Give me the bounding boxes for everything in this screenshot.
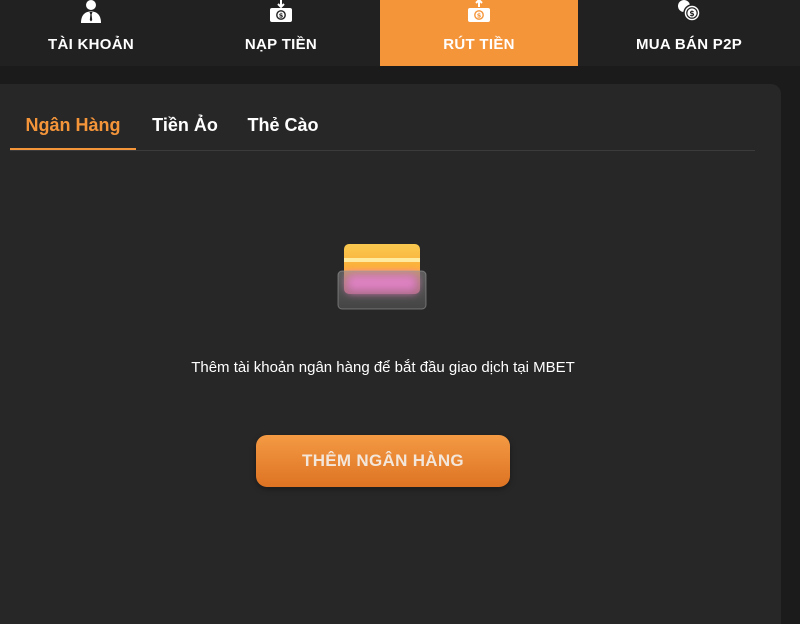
deposit-icon: $ — [268, 0, 294, 24]
withdraw-icon: $ — [466, 0, 492, 24]
svg-text:$: $ — [279, 12, 284, 20]
nav-item-deposit[interactable]: $ NẠP TIỀN — [182, 0, 380, 66]
tab-bank[interactable]: Ngân Hàng — [10, 102, 136, 150]
method-tabs: Ngân Hàng Tiền Ảo Thẻ Cào — [10, 102, 755, 151]
top-navigation: TÀI KHOẢN $ NẠP TIỀN $ RÚT TIỀN $ MUA BÁ… — [0, 0, 800, 66]
nav-label-account: TÀI KHOẢN — [47, 36, 135, 53]
nav-label-withdraw: RÚT TIỀN — [443, 36, 515, 53]
nav-label-deposit: NẠP TIỀN — [244, 36, 318, 53]
empty-state-message: Thêm tài khoản ngân hàng để bắt đầu giao… — [191, 359, 575, 376]
nav-item-p2p[interactable]: $ MUA BÁN P2P — [578, 0, 800, 66]
add-bank-button[interactable]: THÊM NGÂN HÀNG — [256, 435, 510, 487]
coins-icon: $ — [676, 0, 702, 24]
svg-text:$: $ — [477, 12, 482, 20]
tab-crypto[interactable]: Tiền Ảo — [136, 102, 234, 149]
svg-text:$: $ — [689, 9, 694, 18]
nav-item-account[interactable]: TÀI KHOẢN — [0, 0, 182, 66]
tab-scratch-card[interactable]: Thẻ Cào — [234, 102, 332, 149]
user-icon — [78, 0, 104, 24]
nav-label-p2p: MUA BÁN P2P — [635, 36, 743, 53]
bank-card-icon — [334, 240, 430, 316]
nav-item-withdraw[interactable]: $ RÚT TIỀN — [380, 0, 578, 66]
withdraw-panel: Ngân Hàng Tiền Ảo Thẻ Cào Thêm tài khoản… — [0, 84, 781, 624]
